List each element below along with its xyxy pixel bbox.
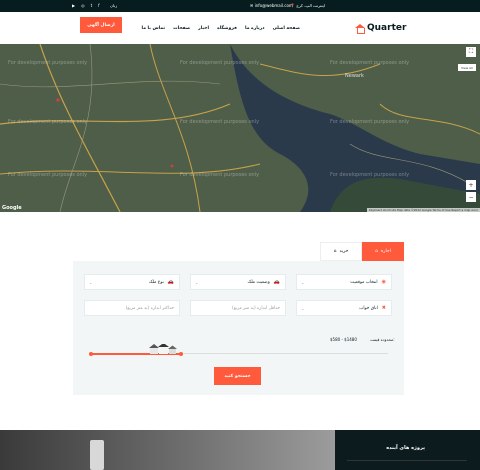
divider [347, 460, 467, 461]
view-all-button[interactable]: View All [458, 64, 476, 71]
chevron-down-icon: ⌄ [195, 279, 199, 285]
houses-illustration [149, 344, 177, 354]
bed-icon: ✖ [381, 305, 386, 311]
youtube-icon[interactable]: ▶ [72, 3, 75, 8]
dev-watermark: For development purposes only [8, 60, 88, 66]
google-map[interactable]: For development purposes only For develo… [0, 44, 480, 212]
site-logo[interactable]: Quarter [355, 23, 407, 34]
main-header: ارسال آگهی صفحه اصلی درباره ما فروشگاه ا… [0, 12, 480, 44]
fullscreen-icon[interactable]: ⛶ [466, 47, 476, 57]
rooms-label: اتاق خواب [359, 305, 378, 311]
dev-watermark: For development purposes only [180, 172, 260, 178]
nav-item-about[interactable]: درباره ما [245, 26, 265, 31]
search-submit-button[interactable]: جستجو کنید [214, 367, 261, 385]
dev-watermark: For development purposes only [180, 60, 260, 66]
instagram-icon[interactable]: ◎ [81, 3, 85, 8]
map-place-label: Newark [345, 73, 364, 79]
nav-item-home[interactable]: صفحه اصلی [273, 26, 300, 31]
upcoming-projects-panel: پروژه های آینده [335, 430, 480, 470]
home-icon: ⌂ [333, 249, 337, 254]
email-link[interactable]: ✉ info@webmail.com [250, 3, 293, 8]
location-pin-icon: ◉ [381, 279, 386, 285]
car-icon: 🚗 [167, 279, 174, 285]
price-slider-min-handle[interactable] [89, 351, 93, 356]
lamp-illustration [90, 440, 104, 470]
location-select[interactable]: ◉ انتخاب موقعیت ⌄ [296, 274, 392, 290]
property-type-select[interactable]: 🚗 نوع ملک ⌄ [84, 274, 180, 290]
nav-item-news[interactable]: اخبار [198, 26, 209, 31]
location-label: انتخاب موقعیت [350, 279, 378, 285]
house-logo-icon [355, 23, 365, 34]
max-size-input[interactable]: حداکثر اندازه (به متر مربع) [84, 300, 180, 316]
language-selector[interactable]: زبان [110, 3, 117, 8]
main-nav: صفحه اصلی درباره ما فروشگاه اخبار صفحات … [142, 26, 301, 31]
upcoming-projects-heading: پروژه های آینده [386, 445, 425, 451]
map-footer[interactable]: Keyboard shortcuts Map data ©2022 Google… [367, 208, 480, 212]
chevron-down-icon: ⌄ [301, 305, 305, 311]
dev-watermark: For development purposes only [330, 60, 410, 66]
price-range-value: $580 - $1480 [330, 337, 357, 342]
map-roads [0, 44, 480, 212]
twitter-icon[interactable]: t [91, 3, 93, 8]
tab-buy[interactable]: ⌂ خرید [320, 242, 362, 261]
zoom-out-icon[interactable]: − [466, 192, 476, 202]
price-slider-max-handle[interactable] [179, 351, 183, 356]
chevron-down-icon: ⌄ [89, 279, 93, 285]
property-type-label: نوع ملک [148, 279, 164, 285]
property-status-label: وضعیت ملک [247, 279, 270, 285]
logo-text: Quarter [367, 23, 407, 33]
price-range-label: محدوده قیمت: [370, 337, 395, 342]
car-icon: 🚗 [273, 279, 280, 285]
rooms-select[interactable]: ✖ اتاق خواب ⌄ [296, 300, 392, 316]
dev-watermark: For development purposes only [330, 172, 410, 178]
property-status-select[interactable]: 🚗 وضعیت ملک ⌄ [190, 274, 286, 290]
top-bar: ▶ ◎ t f زبان ✉ info@webmail.com 📍 اینترن… [0, 0, 480, 12]
max-size-placeholder: حداکثر اندازه (به متر مربع) [125, 305, 174, 311]
tab-rent[interactable]: ⌂ اجاره [362, 242, 404, 261]
nav-item-shop[interactable]: فروشگاه [217, 26, 237, 31]
dev-watermark: For development purposes only [8, 172, 88, 178]
search-tabs: ⌂ خرید ⌂ اجاره [320, 242, 404, 261]
dev-watermark: For development purposes only [330, 119, 410, 125]
address-label: اینترنت الپ، کرج [296, 3, 325, 8]
facebook-icon[interactable]: f [98, 3, 99, 8]
nav-item-contact[interactable]: تماس با ما [142, 26, 166, 31]
address-text: 📍 اینترنت الپ، کرج [290, 3, 325, 8]
tab-buy-label: خرید [339, 249, 349, 254]
social-links: ▶ ◎ t f [72, 3, 100, 8]
nav-item-pages[interactable]: صفحات [173, 26, 190, 31]
google-logo: Google [2, 205, 22, 211]
home-icon: ⌂ [375, 249, 378, 254]
zoom-in-icon[interactable]: + [466, 180, 476, 190]
tab-rent-label: اجاره [380, 249, 391, 254]
add-listing-button[interactable]: ارسال آگهی [80, 17, 122, 33]
project-image [0, 430, 335, 470]
dev-watermark: For development purposes only [8, 119, 88, 125]
min-size-placeholder: حداقل اندازه (به متر مربع) [231, 305, 280, 311]
min-size-input[interactable]: حداقل اندازه (به متر مربع) [190, 300, 286, 316]
email-text: info@webmail.com [254, 3, 293, 8]
dev-watermark: For development purposes only [180, 119, 260, 125]
chevron-down-icon: ⌄ [301, 279, 305, 285]
